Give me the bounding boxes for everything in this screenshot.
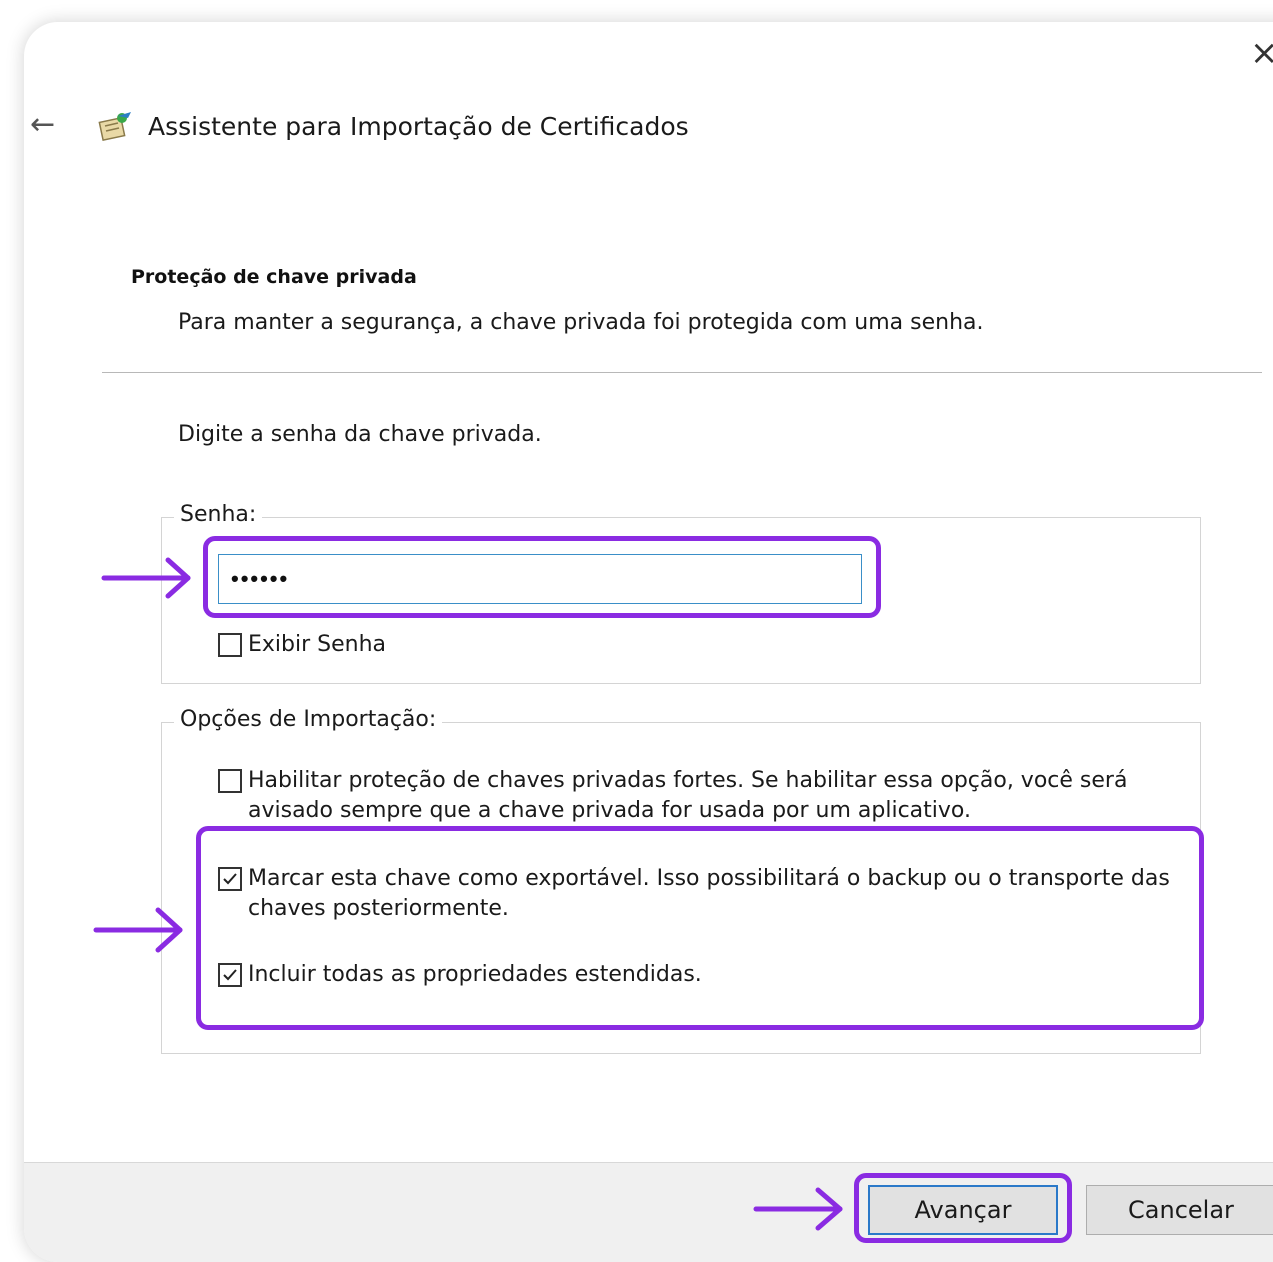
password-prompt: Digite a senha da chave privada. <box>178 422 542 447</box>
close-button[interactable]: × <box>1250 36 1273 70</box>
checkmark-icon <box>223 873 237 885</box>
back-arrow-icon[interactable]: ← <box>30 110 55 140</box>
certificate-wizard-icon <box>98 112 131 141</box>
certificate-import-wizard-window: × ← Assistente para Importação de Certif… <box>24 22 1273 1262</box>
mark-exportable-label: Marcar esta chave como exportável. Isso … <box>248 866 1170 921</box>
mark-exportable-checkbox[interactable] <box>218 867 242 891</box>
option-include-extended-properties[interactable]: Incluir todas as propriedades estendidas… <box>218 960 1198 990</box>
header-separator <box>102 372 1262 373</box>
wizard-title: Assistente para Importação de Certificad… <box>148 112 689 141</box>
import-options-legend: Opções de Importação: <box>174 707 443 732</box>
password-input[interactable] <box>218 554 862 604</box>
strong-protection-label: Habilitar proteção de chaves privadas fo… <box>248 768 1128 823</box>
next-button[interactable]: Avançar <box>868 1185 1058 1235</box>
show-password-checkbox[interactable] <box>218 633 242 657</box>
section-description: Para manter a segurança, a chave privada… <box>178 310 984 335</box>
section-title: Proteção de chave privada <box>131 266 417 288</box>
include-extended-checkbox[interactable] <box>218 963 242 987</box>
cancel-button[interactable]: Cancelar <box>1086 1185 1273 1235</box>
option-strong-protection[interactable]: Habilitar proteção de chaves privadas fo… <box>218 766 1198 826</box>
password-group-legend: Senha: <box>174 502 263 527</box>
show-password-row[interactable]: Exibir Senha <box>218 630 386 660</box>
checkmark-icon <box>223 969 237 981</box>
show-password-label: Exibir Senha <box>248 632 387 657</box>
strong-protection-checkbox[interactable] <box>218 769 242 793</box>
option-mark-exportable[interactable]: Marcar esta chave como exportável. Isso … <box>218 864 1198 924</box>
include-extended-label: Incluir todas as propriedades estendidas… <box>248 962 702 987</box>
